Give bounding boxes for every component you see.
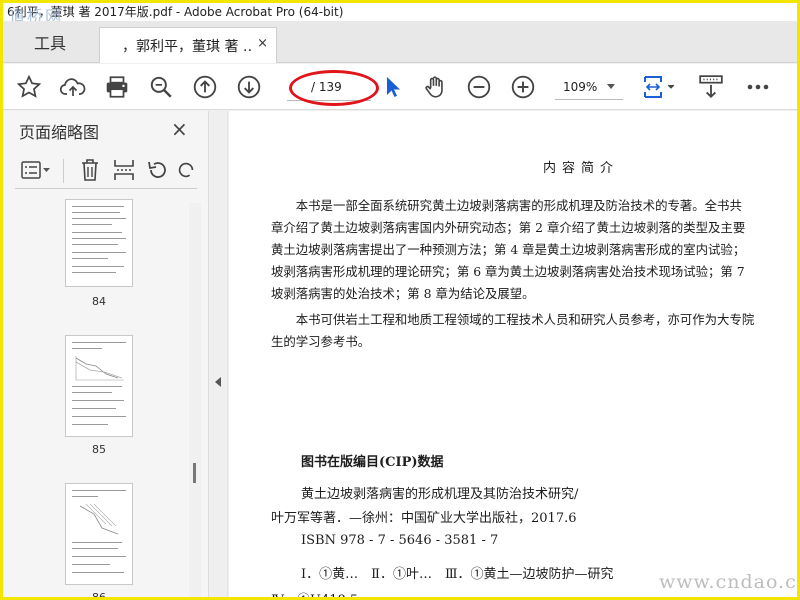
search-zoom-icon[interactable] [145, 64, 177, 110]
text-line: 章介绍了黄土边坡剥落病害国内外研究动态；第 2 章介绍了黄土边坡剥落的类型及主要 [271, 220, 746, 235]
fit-page-icon[interactable] [639, 64, 679, 110]
more-options-icon[interactable] [743, 64, 773, 110]
next-page-icon[interactable] [233, 64, 265, 110]
scroll-mode-icon[interactable] [695, 64, 727, 110]
previous-page-icon[interactable] [189, 64, 221, 110]
cip-line: Ⅳ．①U418.5 [271, 589, 358, 597]
cip-line: ISBN 978 - 7 - 5646 - 3581 - 7 [301, 533, 499, 548]
delete-page-icon[interactable] [75, 155, 105, 185]
thumbnails-panel: 页面缩略图 × 84 85 86 [3, 111, 209, 599]
text-line: 生的学习参考书。 [271, 334, 371, 349]
zoom-level-value: 109% [563, 79, 598, 94]
select-cursor-icon[interactable] [381, 64, 403, 110]
zoom-in-icon[interactable] [507, 64, 539, 110]
thumbnail-scrollbar[interactable] [189, 203, 201, 597]
rotate-left-icon[interactable] [143, 155, 173, 185]
cip-title: 图书在版编目(CIP)数据 [301, 455, 444, 470]
tab-bar: 工具 ，郭利平，董琪 著 … × [3, 21, 797, 63]
main-toolbar: / 139 109% [3, 64, 797, 110]
text-line: 坡剥落病害形成机理的理论研究；第 6 章为黄土边坡剥落病害处治技术现场试验；第 … [271, 264, 745, 279]
page-thumbnail[interactable] [65, 199, 133, 287]
tab-document-label: ，郭利平，董琪 著 … [122, 38, 252, 55]
document-heading: 内容简介 [543, 161, 620, 176]
hand-tool-icon[interactable] [419, 64, 451, 110]
rotate-right-icon[interactable] [175, 155, 197, 185]
text-line: 坡剥落病害的处治技术；第 8 章为结论及展望。 [271, 286, 535, 301]
text-line: 黄土边坡剥落病害提出了一种预测方法；第 4 章是黄土边坡剥落病害形成的室内试验； [271, 242, 746, 257]
panel-collapse-strip[interactable] [210, 111, 228, 597]
panel-close-icon[interactable]: × [171, 117, 188, 141]
zoom-level-select[interactable]: 109% [555, 74, 623, 100]
upload-cloud-icon[interactable] [57, 64, 89, 110]
chevron-down-icon [607, 84, 615, 89]
thumbnail-toolbar [15, 155, 197, 189]
application-window: 6利平，董琪 著 2017年版.pdf - Adobe Acrobat Pro … [0, 0, 800, 600]
site-watermark-url: www.cndao.com [659, 571, 797, 593]
highlight-oval-annotation [289, 70, 379, 106]
text-line: 本书可供岩土工程和地质工程领域的工程技术人员和研究人员参考，亦可作为大专院 [271, 312, 755, 327]
panel-title: 页面缩略图 [19, 123, 100, 142]
insert-page-icon[interactable] [109, 155, 139, 185]
thumbnail-options-icon[interactable] [19, 155, 53, 185]
cip-line: Ⅰ．①黄… Ⅱ．①叶… Ⅲ．①黄土—边坡防护—研究 [301, 567, 614, 582]
toolbar-divider [63, 159, 64, 183]
cip-line: 黄土边坡剥落病害的形成机理及其防治技术研究/ [301, 487, 579, 502]
print-icon[interactable] [101, 64, 133, 110]
scrollbar-thumb[interactable] [193, 463, 196, 483]
page-thumbnail[interactable] [65, 483, 133, 585]
thumbnail-page-number: 84 [92, 295, 106, 308]
thumbnail-list: 84 85 86 [3, 199, 191, 599]
page-thumbnail[interactable] [65, 335, 133, 437]
tab-close-icon[interactable]: × [257, 36, 268, 51]
tab-tools[interactable]: 工具 [3, 21, 97, 63]
text-line: 本书是一部全面系统研究黄土边坡剥落病害的形成机理及防治技术的专著。全书共 [271, 198, 742, 213]
bookmark-star-icon[interactable] [13, 64, 45, 110]
thumbnail-page-number: 86 [92, 591, 106, 599]
thumbnail-page-number: 85 [92, 443, 106, 456]
collapse-arrow-icon[interactable] [215, 377, 221, 387]
zoom-out-icon[interactable] [463, 64, 495, 110]
window-titlebar: 6利平，董琪 著 2017年版.pdf - Adobe Acrobat Pro … [3, 3, 797, 21]
document-view[interactable]: 内容简介 本书是一部全面系统研究黄土边坡剥落病害的形成机理及防治技术的专著。全书… [229, 111, 797, 597]
cip-line: 叶万军等著．—徐州：中国矿业大学出版社，2017.6 [271, 511, 577, 526]
tab-document[interactable]: ，郭利平，董琪 著 … × [99, 27, 277, 63]
